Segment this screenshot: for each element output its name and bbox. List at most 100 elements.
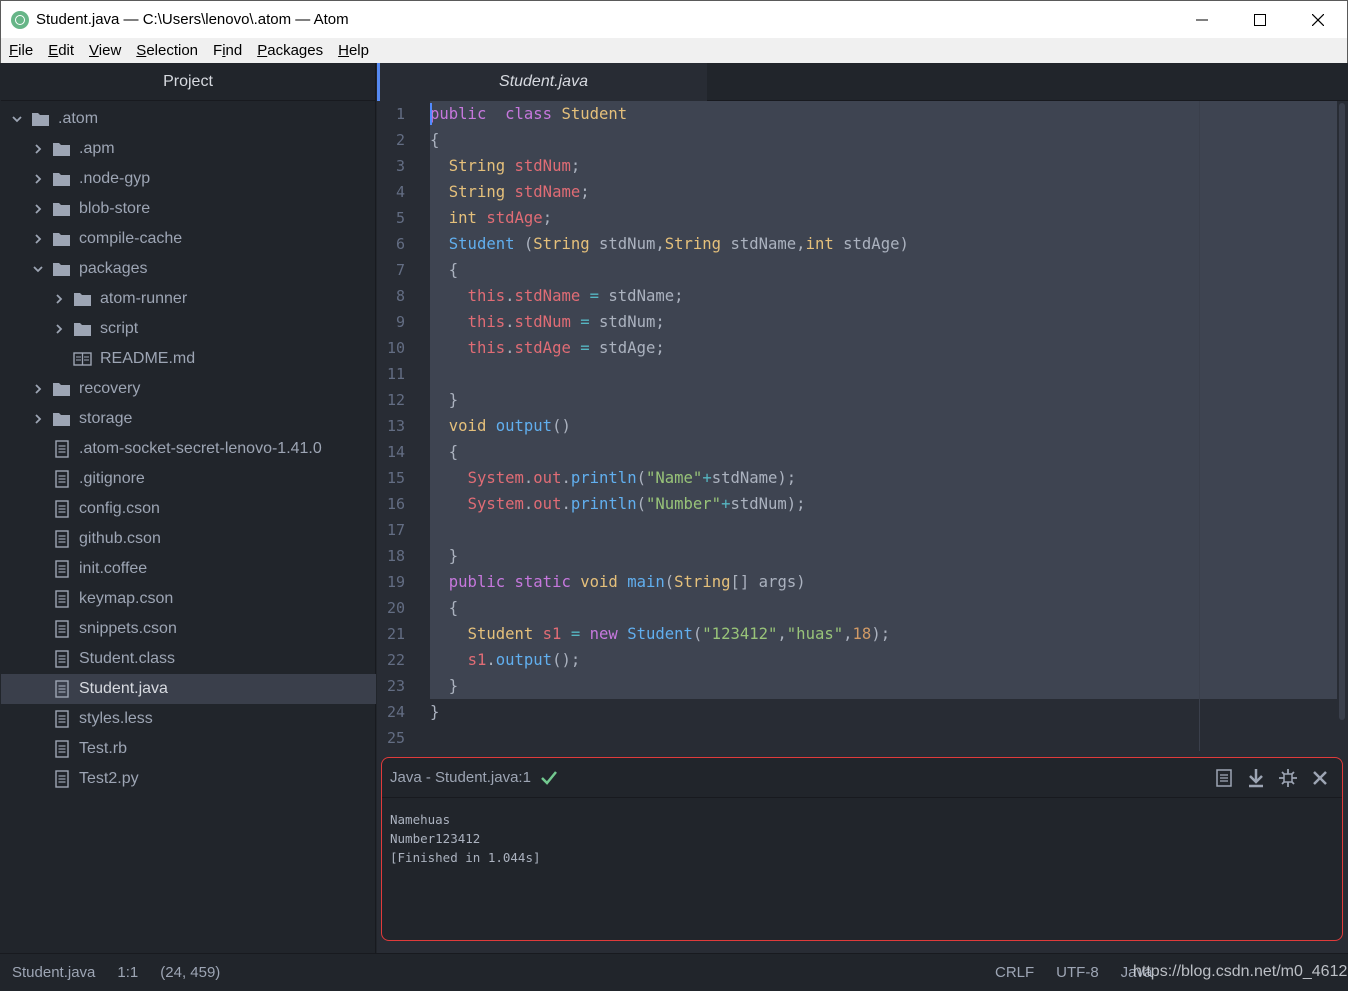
output-line: [Finished in 1.044s]	[390, 850, 541, 865]
chevron-right-icon	[32, 233, 44, 245]
file-text-icon	[52, 770, 71, 789]
project-tree: Project .atom .apm .node-gyp blob-store comp…	[1, 63, 376, 953]
editor-scrollbar[interactable]	[1339, 103, 1345, 720]
tree-folder[interactable]: storage	[1, 404, 376, 434]
code-token: String	[533, 235, 590, 253]
close-runner-button[interactable]	[1308, 766, 1332, 790]
menu-text: dit	[58, 42, 75, 59]
tree-item-label: README.md	[100, 350, 196, 367]
status-file[interactable]: Student.java	[12, 964, 95, 981]
tree-folder[interactable]: packages	[1, 254, 376, 284]
tree-file[interactable]: snippets.cson	[1, 614, 376, 644]
code-token: public	[430, 105, 487, 123]
code-token: ;	[542, 209, 553, 227]
line-number: 10	[386, 339, 405, 357]
minimize-button[interactable]	[1173, 1, 1231, 39]
folder-icon	[52, 200, 71, 219]
tree-file[interactable]: styles.less	[1, 704, 376, 734]
folder-icon	[52, 230, 71, 249]
file-text-icon	[52, 500, 71, 519]
scroll-to-bottom-button[interactable]	[1244, 766, 1268, 790]
tree-folder[interactable]: .atom	[1, 104, 376, 134]
runner-title: Java - Student.java:1	[390, 769, 531, 786]
code-token: int	[448, 209, 477, 227]
code-token: [] args)	[730, 573, 806, 591]
tree-item-label: Student.java	[79, 680, 168, 697]
stop-button[interactable]	[1276, 766, 1300, 790]
menu-item[interactable]: Find	[213, 42, 242, 59]
menu-item[interactable]: Edit	[48, 42, 74, 59]
tree-file[interactable]: Student.java	[1, 674, 376, 704]
tree-folder[interactable]: blob-store	[1, 194, 376, 224]
close-icon	[1313, 771, 1327, 785]
menu-item[interactable]: View	[89, 42, 121, 59]
close-button[interactable]	[1289, 1, 1347, 39]
tree-file[interactable]: github.cson	[1, 524, 376, 554]
line-number: 21	[386, 625, 405, 643]
code-token: String	[664, 235, 722, 253]
code-area[interactable]: 1 public class Student 2{3 String stdNum; 4…	[377, 101, 1348, 751]
menu-item[interactable]: Selection	[136, 42, 198, 59]
menu-item[interactable]: Packages	[257, 42, 323, 59]
tree-folder[interactable]: script	[1, 314, 376, 344]
line-number: 16	[386, 495, 405, 513]
status-cursor[interactable]: 1:1	[117, 964, 138, 981]
tree-file[interactable]: Student.class	[1, 644, 376, 674]
code-line: 14 {	[377, 439, 1337, 465]
code-token: (	[514, 235, 534, 253]
status-encoding[interactable]: UTF-8	[1056, 964, 1099, 981]
code-line: 8 this.stdName = stdName;	[377, 283, 1337, 309]
code-line: 7 {	[377, 257, 1337, 283]
code-token: s1	[467, 651, 487, 669]
tree-file[interactable]: .gitignore	[1, 464, 376, 494]
code-token: s1	[542, 625, 562, 643]
tree-file[interactable]: Test.rb	[1, 734, 376, 764]
code-line: 23 }	[377, 673, 1337, 699]
menu-text: iew	[98, 42, 122, 59]
menu-item[interactable]: File	[9, 42, 33, 59]
tree-folder[interactable]: .apm	[1, 134, 376, 164]
tree-file[interactable]: Test2.py	[1, 764, 376, 794]
code-text: }	[430, 703, 439, 721]
tab-student-java[interactable]: Student.java	[377, 63, 707, 101]
code-token: stdName);	[711, 469, 797, 487]
tree-file[interactable]: config.cson	[1, 494, 376, 524]
folder-icon	[52, 260, 71, 279]
menu-item[interactable]: Help	[338, 42, 369, 59]
chevron-right-icon	[32, 413, 44, 425]
tree-file[interactable]: .atom-socket-secret-lenovo-1.41.0	[1, 434, 376, 464]
status-line-ending[interactable]: CRLF	[995, 964, 1034, 981]
tree-file[interactable]: README.md	[1, 344, 376, 374]
tree-folder[interactable]: .node-gyp	[1, 164, 376, 194]
code-text: int stdAge;	[430, 209, 552, 227]
tree-file[interactable]: init.coffee	[1, 554, 376, 584]
tree-file[interactable]: keymap.cson	[1, 584, 376, 614]
code-token: int	[805, 235, 834, 253]
code-line: 19 public static void main(String[] args…	[377, 569, 1337, 595]
code-text: this.stdName = stdName;	[430, 287, 684, 305]
maximize-button[interactable]	[1231, 1, 1289, 39]
tree-folder[interactable]: compile-cache	[1, 224, 376, 254]
code-token: System	[467, 495, 524, 513]
code-token: Student	[467, 625, 534, 643]
copy-output-button[interactable]	[1212, 766, 1236, 790]
code-token: Student	[561, 105, 628, 123]
status-selection[interactable]: (24, 459)	[160, 964, 220, 981]
tree-folder[interactable]: recovery	[1, 374, 376, 404]
tree-folder[interactable]: atom-runner	[1, 284, 376, 314]
code-text: {	[430, 261, 458, 279]
code-token: "123412"	[702, 625, 778, 643]
code-token: Student	[448, 235, 515, 253]
file-text-icon	[52, 620, 71, 639]
code-text: void output()	[430, 417, 571, 435]
line-number: 4	[395, 183, 405, 201]
code-token: stdAge	[486, 209, 543, 227]
code-text: Student s1 = new Student("123412","huas"…	[430, 625, 891, 643]
